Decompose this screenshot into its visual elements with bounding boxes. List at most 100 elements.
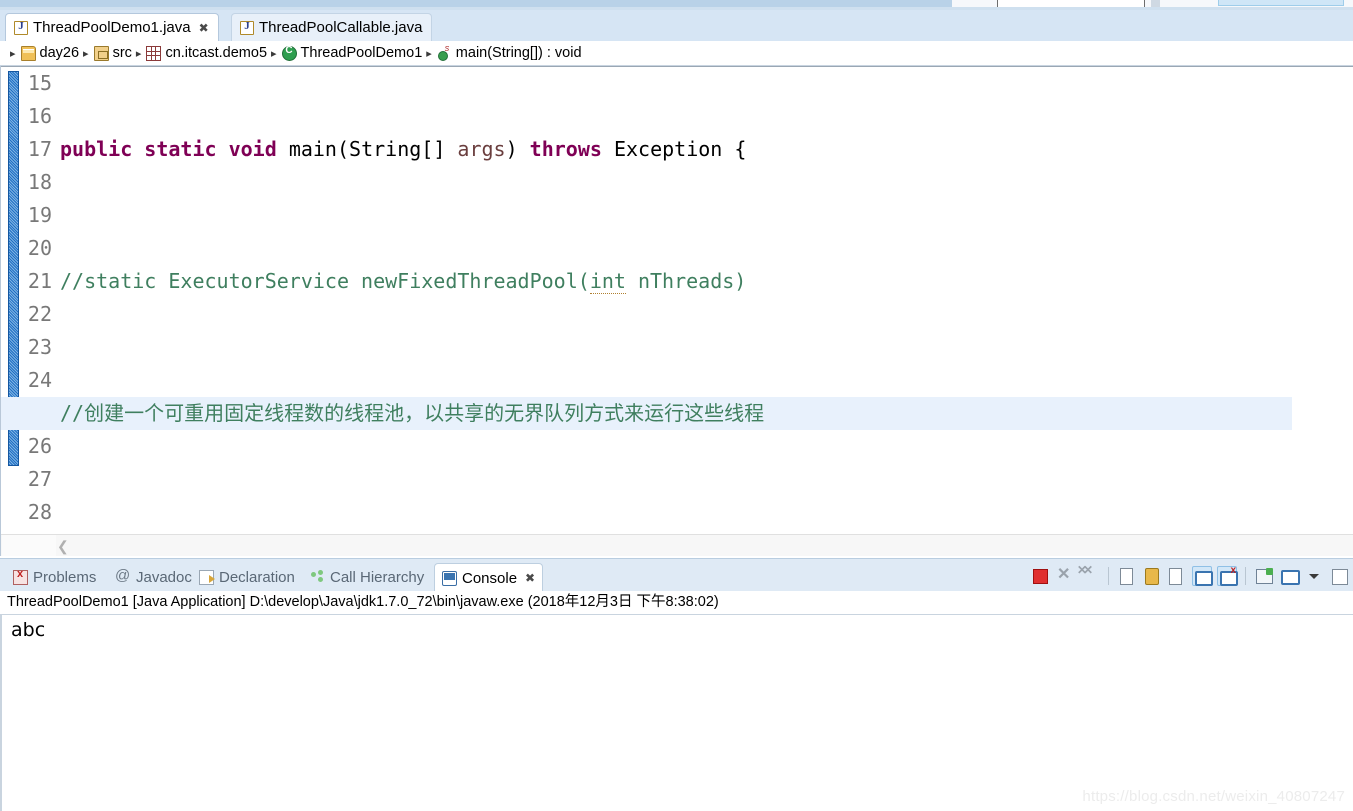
token-comment: //static ExecutorService newFixedThreadP… [60, 269, 590, 293]
console-output[interactable]: abc [0, 614, 1353, 811]
token-comment: //创建一个可重用固定线程数的线程池，以共享的无界队列方式来运行这些线程 [60, 401, 765, 425]
project-folder-icon [20, 45, 36, 61]
close-icon[interactable]: ✖ [525, 571, 535, 585]
minimize-button[interactable] [1329, 566, 1349, 586]
console-launch-status: ThreadPoolDemo1 [Java Application] D:\de… [0, 591, 1353, 614]
display-console-button[interactable] [1279, 566, 1300, 586]
tab-javadoc[interactable]: Javadoc [109, 563, 199, 592]
view-tab-label: Console [462, 569, 518, 587]
breadcrumb-item-package[interactable]: cn.itcast.demo5 [146, 45, 267, 61]
tab-call-hierarchy[interactable]: Call Hierarchy [303, 563, 431, 592]
view-tab-label: Declaration [219, 569, 295, 586]
close-console-button[interactable] [1217, 565, 1238, 586]
code-line-17: //创建一个可重用固定线程数的线程池，以共享的无界队列方式来运行这些线程 [1, 397, 1299, 430]
line-number: 17 [27, 137, 52, 161]
token-keyword: static [144, 137, 217, 161]
call-hierarchy-icon [310, 570, 325, 585]
line-number: 15 [27, 71, 52, 95]
tab-console[interactable]: Console ✖ [434, 563, 544, 592]
line-number: 21 [27, 269, 52, 293]
tab-declaration[interactable]: Declaration [192, 563, 302, 592]
toolbar-separator [1108, 567, 1109, 585]
line-number: 23 [27, 335, 52, 359]
token-exception: Exception { [601, 137, 747, 161]
java-class-icon [281, 45, 297, 61]
pin-console-button[interactable] [1167, 566, 1187, 586]
java-file-icon [14, 20, 28, 35]
breadcrumb-item-day26[interactable]: day26 [20, 45, 79, 61]
view-tab-label: Problems [33, 569, 97, 586]
watermark: https://blog.csdn.net/weixin_40807247 [1082, 788, 1345, 805]
line-number: 26 [27, 434, 52, 458]
line-number: 24 [27, 368, 52, 392]
toolbar-separator [1245, 567, 1246, 585]
console-toolbar [1030, 563, 1349, 588]
source-folder-icon [93, 45, 109, 61]
package-icon [146, 45, 162, 61]
terminate-button[interactable] [1030, 566, 1050, 586]
line-number: 22 [27, 302, 52, 326]
editor-tab-bar: ThreadPoolDemo1.java ✖ ThreadPoolCallabl… [0, 10, 1353, 41]
token-keyword: public [60, 137, 133, 161]
eclipse-window: ThreadPoolDemo1.java ✖ ThreadPoolCallabl… [0, 0, 1353, 811]
breadcrumb-separator: ▸ [271, 47, 277, 60]
view-tab-bar: Problems Javadoc Declaration Call Hierar… [0, 558, 1353, 592]
remove-launch-button[interactable] [1055, 564, 1075, 586]
token-comment: nThreads) [625, 269, 747, 293]
token-parameter: args [457, 137, 506, 161]
console-icon [442, 570, 457, 586]
method-icon [437, 43, 452, 61]
line-number: 19 [27, 203, 52, 227]
breadcrumb-item-class[interactable]: ThreadPoolDemo1 [281, 45, 423, 61]
breadcrumb-separator: ▸ [135, 47, 142, 60]
line-number: 27 [27, 467, 52, 491]
toolbar-sliver [0, 0, 1353, 10]
remove-all-terminated-button[interactable] [1077, 563, 1100, 586]
toolbar-highlighted-item[interactable] [1218, 0, 1344, 6]
chevron-left-icon[interactable]: ❮ [57, 538, 69, 555]
tab-problems[interactable]: Problems [6, 563, 103, 592]
code-line-15: public static void main(String[] args) t… [56, 133, 1293, 166]
breadcrumb: ▸ day26 ▸ src ▸ cn.itcast.demo5 ▸ Thread… [0, 41, 1353, 66]
display-selected-console-button[interactable] [1192, 566, 1213, 586]
token-keyword: void [228, 137, 277, 161]
declaration-icon [199, 570, 215, 585]
editor-tab-label: ThreadPoolDemo1.java [33, 19, 191, 36]
line-number: 28 [27, 500, 52, 524]
clear-console-button[interactable] [1117, 566, 1137, 586]
token-comment-underlined: int [589, 269, 626, 294]
code-text[interactable]: public static void main(String[] args) t… [1, 67, 1299, 556]
line-number: 18 [27, 170, 52, 194]
token-punct: ) [505, 137, 530, 161]
breadcrumb-label: src [112, 45, 132, 61]
editor-tab-threadpooldemo1[interactable]: ThreadPoolDemo1.java ✖ [5, 13, 219, 41]
editor-horizontal-scrollbar[interactable]: ❮ [1, 534, 1353, 556]
breadcrumb-separator: ▸ [426, 47, 432, 60]
editor-overview-ruler[interactable] [1292, 67, 1353, 534]
line-number: 20 [27, 236, 52, 260]
java-file-icon [240, 20, 254, 35]
scroll-lock-button[interactable] [1142, 566, 1162, 586]
breadcrumb-label: main(String[]) : void [455, 45, 582, 61]
breadcrumb-item-src[interactable]: src [93, 45, 132, 61]
breadcrumb-separator: ▸ [10, 47, 16, 60]
toolbar-background [0, 0, 952, 7]
view-tab-label: Call Hierarchy [330, 569, 425, 586]
problems-icon [13, 568, 28, 585]
line-number-ruler: 15 16 17 18 19 20 21 22 23 24 25 26 27 2… [1, 67, 56, 529]
breadcrumb-item-method[interactable]: main(String[]) : void [437, 43, 582, 61]
line-number: 16 [27, 104, 52, 128]
close-icon[interactable]: ✖ [199, 22, 209, 34]
code-line-16: //static ExecutorService newFixedThreadP… [56, 265, 1293, 298]
view-tab-label: Javadoc [136, 569, 192, 586]
editor-tab-threadpoolcallable[interactable]: ThreadPoolCallable.java [231, 13, 433, 41]
open-console-button[interactable] [1254, 566, 1274, 586]
breadcrumb-separator: ▸ [83, 47, 89, 60]
console-panel: Problems Javadoc Declaration Call Hierar… [0, 558, 1353, 811]
editor-tab-label: ThreadPoolCallable.java [259, 19, 423, 36]
token-signature: (String[] [336, 137, 458, 161]
chevron-down-icon[interactable] [1304, 566, 1324, 586]
token-method-name: main [288, 137, 337, 161]
breadcrumb-label: ThreadPoolDemo1 [300, 45, 423, 61]
code-editor[interactable]: 15 16 17 18 19 20 21 22 23 24 25 26 27 2… [0, 66, 1353, 556]
